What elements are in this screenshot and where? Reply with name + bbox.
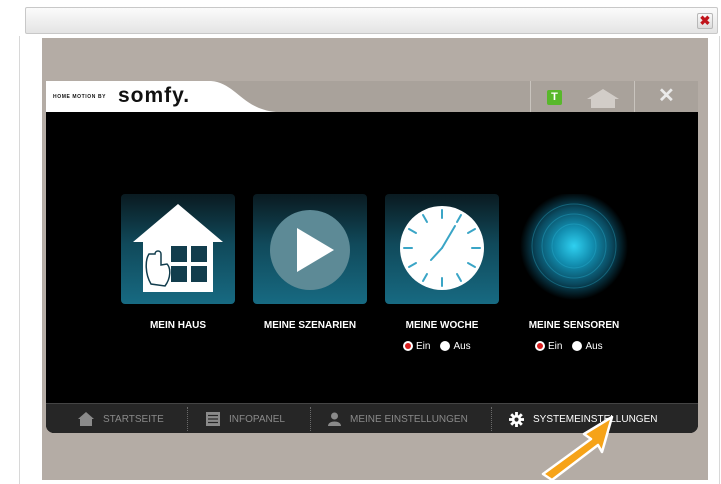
radio-ein[interactable] [403, 341, 413, 351]
t-badge-icon[interactable]: T [547, 90, 562, 105]
header-divider [530, 81, 531, 112]
radio-aus[interactable] [572, 341, 583, 351]
tile-label: MEINE SENSOREN [528, 320, 620, 331]
tile-meine-woche[interactable] [385, 194, 499, 304]
radio-label: Ein [548, 340, 563, 352]
logo-tagline: HOME MOTION BY [53, 94, 107, 100]
somfy-logo: somfy. [118, 84, 191, 107]
house-hand-icon [133, 204, 223, 292]
nav-divider [310, 407, 312, 431]
header-divider [634, 81, 635, 112]
home-icon[interactable] [586, 88, 620, 108]
woche-radio-group: Ein Aus [403, 339, 481, 353]
nav-startseite[interactable]: STARTSEITE [78, 404, 164, 433]
nav-infopanel[interactable]: INFOPANEL [206, 404, 285, 433]
nav-meine-einstellungen[interactable]: MEINE EINSTELLUNGEN [328, 404, 468, 433]
tile-meine-szenarien[interactable] [253, 194, 367, 304]
radio-label: Aus [585, 340, 603, 352]
nav-label: STARTSEITE [103, 413, 164, 425]
pointer-arrow-icon [541, 415, 614, 482]
tile-mein-haus[interactable] [121, 194, 235, 304]
window-titlebar: ✖ [25, 7, 718, 34]
home-icon [78, 412, 94, 426]
nav-label: INFOPANEL [229, 413, 285, 425]
user-icon [328, 412, 341, 426]
tile-label: MEINE WOCHE [405, 320, 479, 331]
radio-label: Ein [416, 340, 431, 352]
nav-divider [491, 407, 493, 431]
window-left-border [19, 36, 20, 484]
radio-ein[interactable] [535, 341, 545, 351]
radio-label: Aus [453, 340, 471, 352]
tile-label: MEINE SZENARIEN [263, 320, 357, 331]
list-icon [206, 412, 220, 426]
gear-icon [509, 411, 524, 427]
window-right-border [719, 36, 720, 484]
clock-icon [400, 206, 484, 290]
sensor-glow-icon [520, 192, 628, 300]
close-icon[interactable]: ✕ [658, 86, 675, 106]
tile-label: MEIN HAUS [149, 320, 207, 331]
panel-header: HOME MOTION BY somfy. T ✕ [46, 81, 698, 112]
radio-aus[interactable] [440, 341, 451, 351]
play-icon [270, 210, 350, 290]
nav-divider [187, 407, 189, 431]
sensoren-radio-group: Ein Aus [535, 339, 613, 353]
tile-meine-sensoren[interactable] [517, 192, 631, 304]
close-icon[interactable]: ✖ [697, 13, 713, 29]
nav-label: MEINE EINSTELLUNGEN [350, 413, 468, 425]
somfy-panel: HOME MOTION BY somfy. T ✕ MEIN HAUS MEIN… [46, 81, 698, 433]
